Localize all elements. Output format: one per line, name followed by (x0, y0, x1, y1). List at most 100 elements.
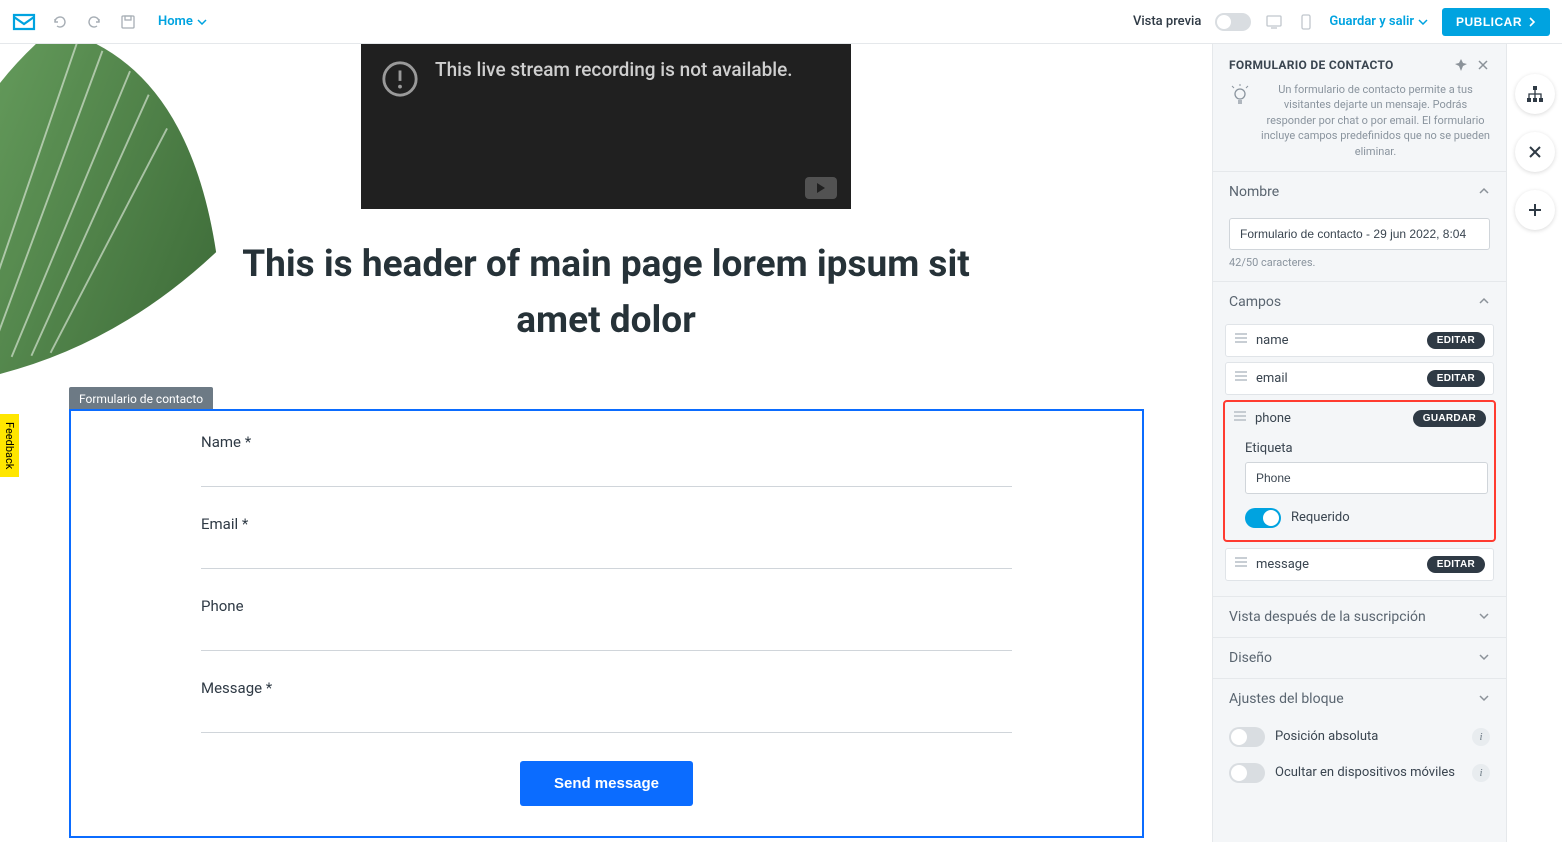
panel-header: FORMULARIO DE CONTACTO (1213, 44, 1506, 82)
section-title: Diseño (1229, 650, 1272, 666)
send-button[interactable]: Send message (520, 761, 693, 806)
section-title: Vista después de la suscripción (1229, 609, 1426, 625)
field-row-message[interactable]: message EDITAR (1225, 548, 1494, 581)
phone-input[interactable] (201, 623, 1012, 651)
tip-row: Un formulario de contacto permite a tus … (1213, 82, 1506, 171)
page-heading: This is header of main page lorem ipsum … (196, 237, 1016, 348)
close-tool[interactable] (1515, 132, 1555, 172)
topbar-left: Home (12, 12, 207, 32)
publish-button-label: PUBLICAR (1456, 15, 1522, 29)
section-head-diseno[interactable]: Diseño (1213, 638, 1506, 678)
topbar: Home Vista previa Guardar y salir PUBLIC… (0, 0, 1562, 44)
canvas: This live stream recording is not availa… (0, 44, 1212, 842)
vista-previa-label: Vista previa (1133, 14, 1201, 29)
section-head-vista-susc[interactable]: Vista después de la suscripción (1213, 597, 1506, 637)
pos-absoluta-label: Posición absoluta (1275, 729, 1462, 744)
required-toggle[interactable] (1245, 508, 1281, 528)
form-field-phone: Phone (201, 597, 1012, 651)
form-name-input[interactable] (1229, 218, 1490, 250)
required-label: Requerido (1291, 510, 1350, 525)
etiqueta-input[interactable] (1245, 462, 1488, 494)
section-head-ajustes[interactable]: Ajustes del bloque (1213, 679, 1506, 719)
chevron-right-icon (1528, 17, 1536, 27)
contact-form-block[interactable]: Name * Email * Phone Message * Send mess… (69, 409, 1144, 838)
lightbulb-icon (1229, 84, 1251, 106)
main: Feedback This live stream recording is n… (0, 44, 1562, 842)
video-embed[interactable]: This live stream recording is not availa… (361, 44, 851, 209)
publish-button[interactable]: PUBLICAR (1442, 8, 1550, 36)
section-vista-susc: Vista después de la suscripción (1213, 596, 1506, 637)
drag-handle-icon[interactable] (1234, 370, 1248, 386)
field-label: message (1256, 557, 1419, 572)
warning-icon (381, 60, 419, 98)
section-head-campos[interactable]: Campos (1213, 282, 1506, 322)
ocultar-movil-toggle[interactable] (1229, 763, 1265, 783)
right-toolbar (1506, 44, 1562, 842)
form-block-tag: Formulario de contacto (69, 387, 213, 411)
email-input[interactable] (201, 541, 1012, 569)
option-pos-absoluta: Posición absoluta i (1213, 719, 1506, 755)
section-diseno: Diseño (1213, 637, 1506, 678)
ocultar-movil-label: Ocultar en dispositivos móviles (1275, 765, 1462, 780)
undo-icon[interactable] (50, 12, 70, 32)
close-icon[interactable] (1476, 58, 1490, 72)
email-label: Email * (201, 515, 1012, 533)
edit-button[interactable]: EDITAR (1427, 332, 1485, 349)
desktop-icon[interactable] (1265, 13, 1283, 31)
field-label: name (1256, 333, 1419, 348)
info-icon[interactable]: i (1472, 728, 1490, 746)
field-label: email (1256, 371, 1419, 386)
field-label: phone (1255, 411, 1405, 426)
edit-button[interactable]: EDITAR (1427, 370, 1485, 387)
section-ajustes: Ajustes del bloque Posición absoluta i O… (1213, 678, 1506, 791)
chevron-down-icon (1418, 19, 1428, 25)
info-icon[interactable]: i (1472, 764, 1490, 782)
option-ocultar-movil: Ocultar en dispositivos móviles i (1213, 755, 1506, 791)
chevron-down-icon (1478, 691, 1490, 706)
section-title-campos: Campos (1229, 294, 1281, 310)
tip-text: Un formulario de contacto permite a tus … (1261, 82, 1490, 159)
char-count: 42/50 caracteres. (1229, 256, 1490, 269)
edit-button[interactable]: EDITAR (1427, 556, 1485, 573)
video-unavailable-text: This live stream recording is not availa… (435, 58, 793, 195)
save-exit-label: Guardar y salir (1329, 14, 1414, 29)
section-campos: Campos name EDITAR email EDITAR (1213, 281, 1506, 596)
section-title: Ajustes del bloque (1229, 691, 1344, 707)
save-exit-link[interactable]: Guardar y salir (1329, 14, 1428, 29)
name-input[interactable] (201, 459, 1012, 487)
chevron-down-icon (1478, 650, 1490, 665)
home-link[interactable]: Home (158, 14, 207, 29)
chevron-up-icon (1478, 184, 1490, 199)
add-tool[interactable] (1515, 190, 1555, 230)
drag-handle-icon[interactable] (1233, 410, 1247, 426)
save-icon[interactable] (118, 12, 138, 32)
youtube-icon[interactable] (805, 177, 837, 199)
drag-handle-icon[interactable] (1234, 332, 1248, 348)
redo-icon[interactable] (84, 12, 104, 32)
chevron-down-icon (197, 19, 207, 25)
sitemap-tool[interactable] (1515, 74, 1555, 114)
message-input[interactable] (201, 705, 1012, 733)
home-link-label: Home (158, 14, 193, 29)
pin-icon[interactable] (1454, 58, 1468, 72)
form-field-message: Message * (201, 679, 1012, 733)
preview-toggle[interactable] (1215, 13, 1251, 31)
message-label: Message * (201, 679, 1012, 697)
field-row-name[interactable]: name EDITAR (1225, 324, 1494, 357)
form-field-email: Email * (201, 515, 1012, 569)
section-nombre: Nombre 42/50 caracteres. (1213, 171, 1506, 281)
app-logo[interactable] (12, 13, 36, 31)
section-head-nombre[interactable]: Nombre (1213, 172, 1506, 212)
form-field-name: Name * (201, 433, 1012, 487)
etiqueta-label: Etiqueta (1245, 441, 1488, 456)
section-title-nombre: Nombre (1229, 184, 1279, 200)
phone-label: Phone (201, 597, 1012, 615)
field-row-phone-expanded: phone GUARDAR Etiqueta Requerido (1223, 400, 1496, 542)
chevron-down-icon (1478, 609, 1490, 624)
mobile-icon[interactable] (1297, 13, 1315, 31)
field-row-email[interactable]: email EDITAR (1225, 362, 1494, 395)
panel-title: FORMULARIO DE CONTACTO (1229, 58, 1394, 72)
drag-handle-icon[interactable] (1234, 556, 1248, 572)
pos-absoluta-toggle[interactable] (1229, 727, 1265, 747)
save-field-button[interactable]: GUARDAR (1413, 410, 1486, 427)
